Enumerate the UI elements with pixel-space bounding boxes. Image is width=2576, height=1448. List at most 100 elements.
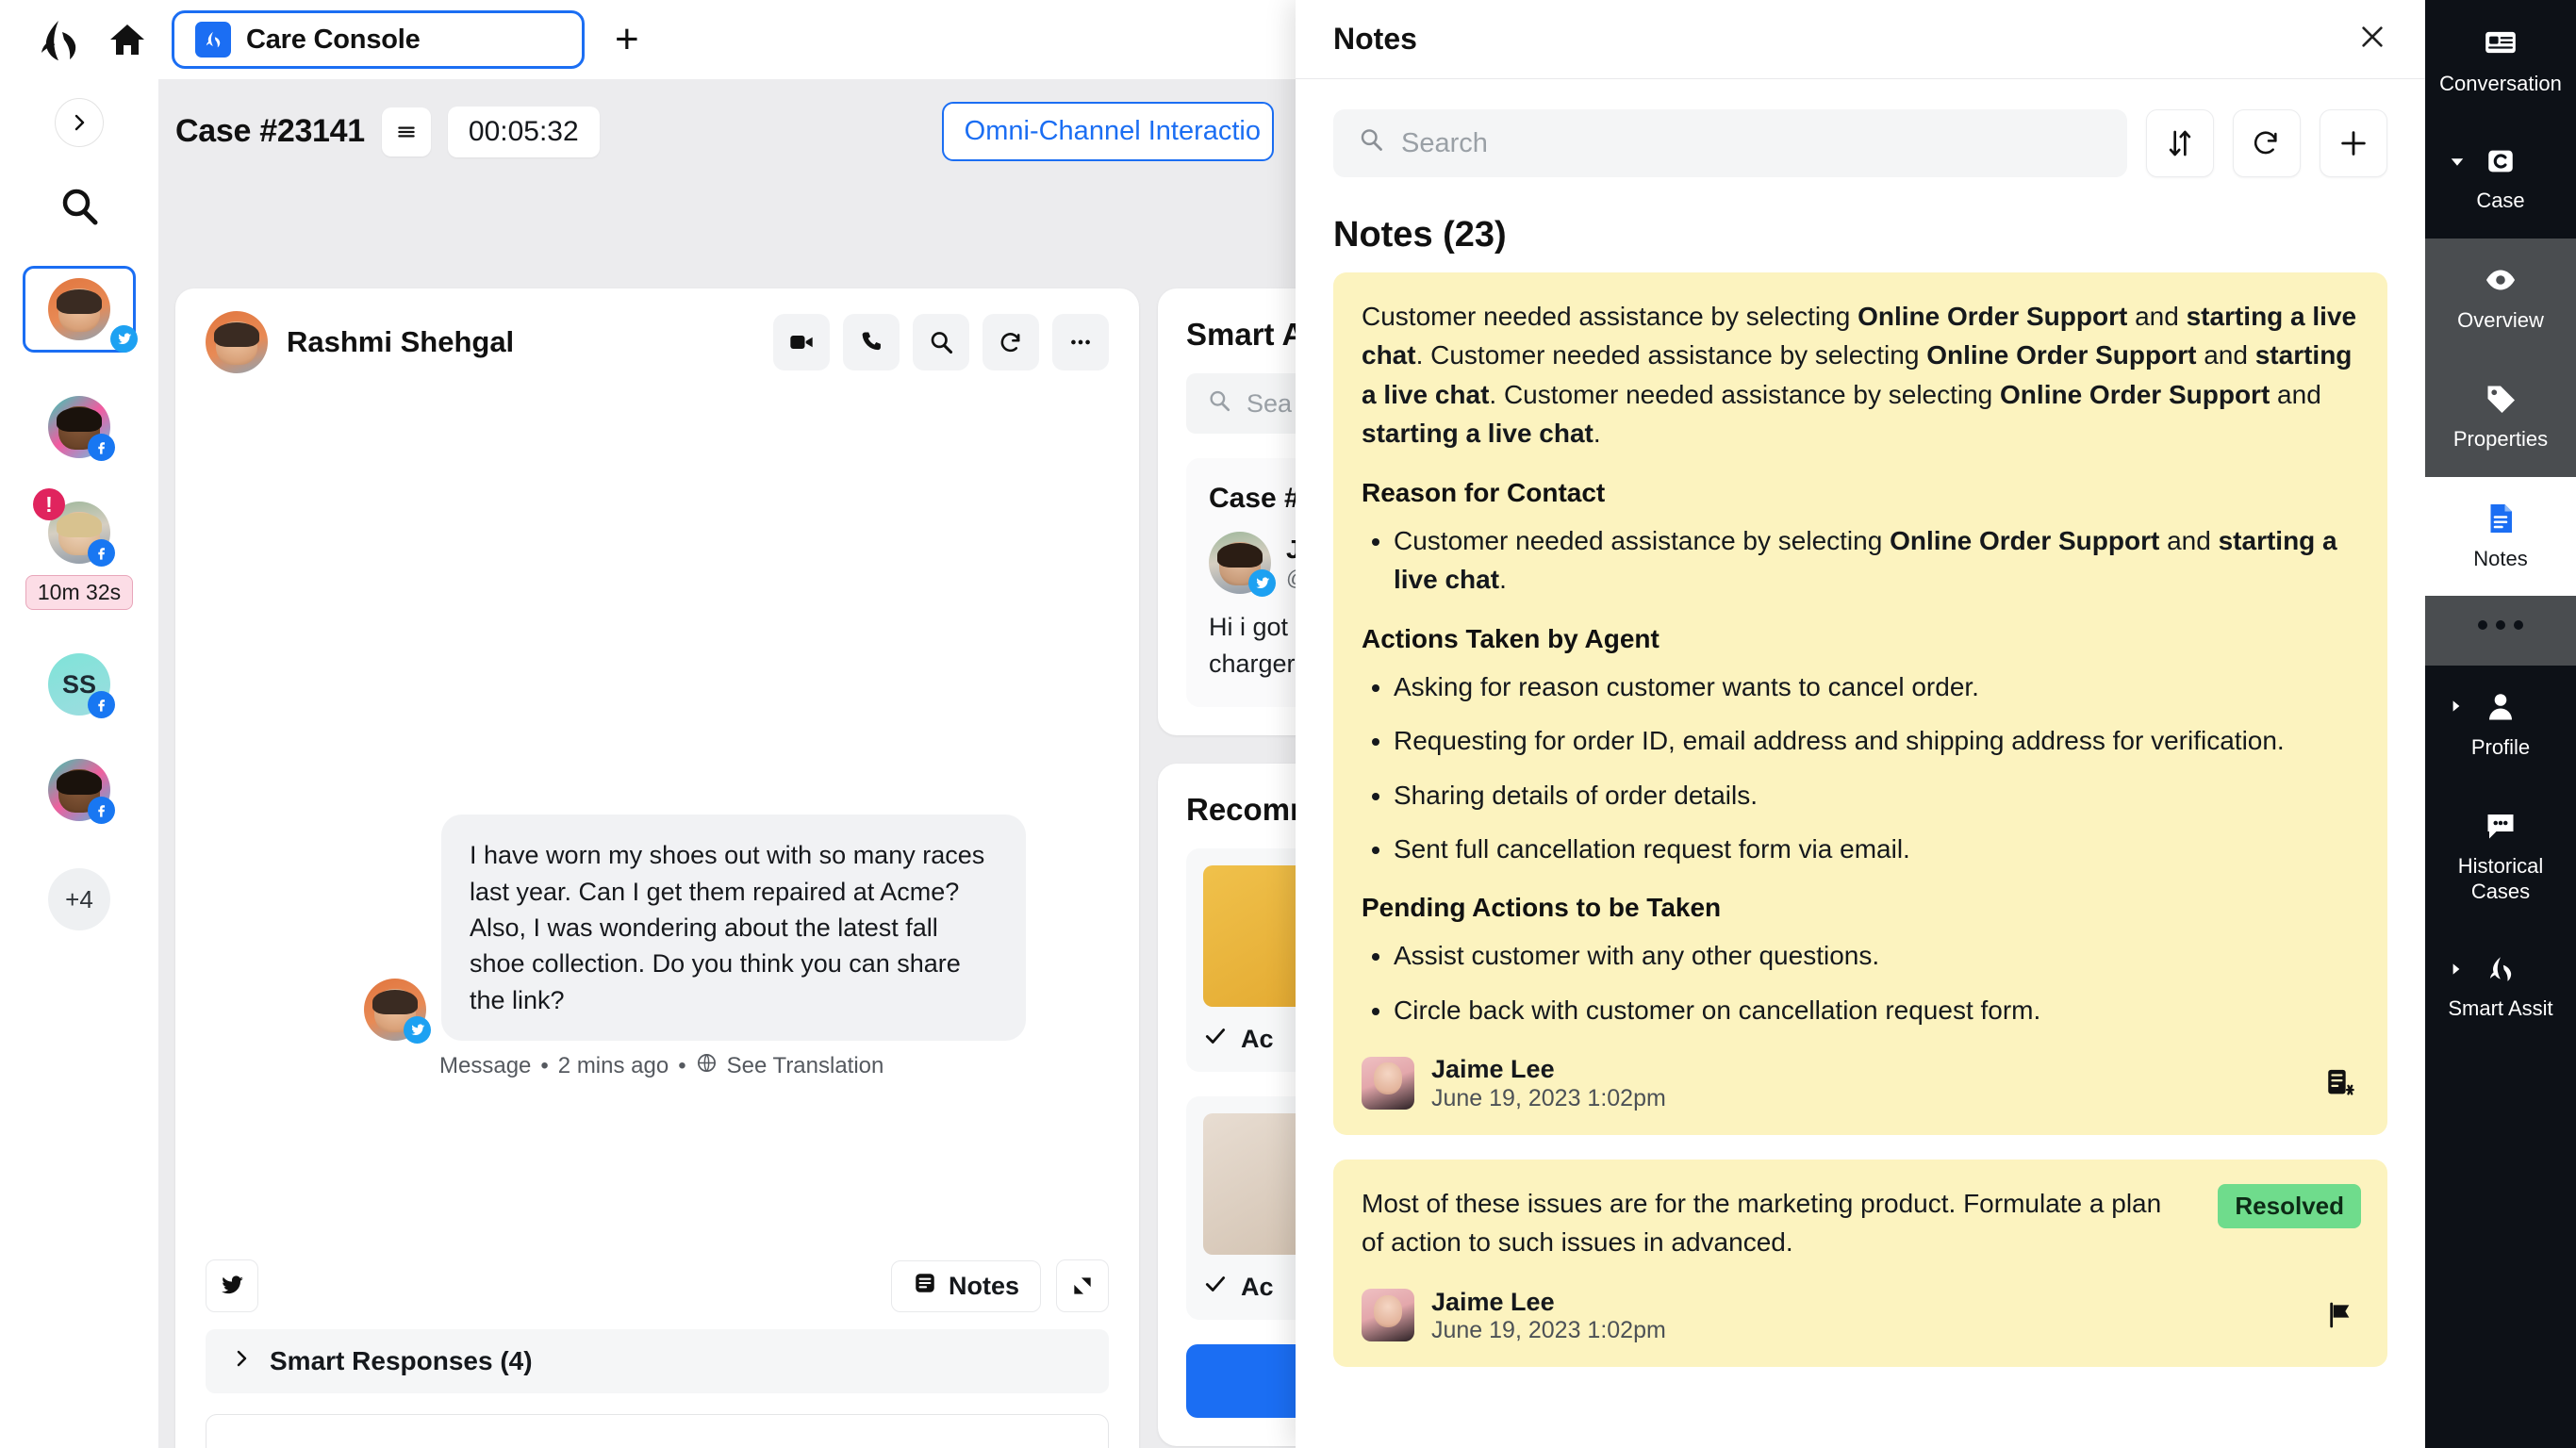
tab-care-console[interactable]: Care Console xyxy=(172,10,585,69)
alert-badge-icon: ! xyxy=(33,488,65,520)
right-rail-label: Case xyxy=(2476,189,2525,213)
accept-label: Ac xyxy=(1241,1273,1274,1302)
chevron-right-icon[interactable] xyxy=(2448,698,2465,719)
accept-label: Ac xyxy=(1241,1025,1274,1054)
chevron-right-icon xyxy=(74,114,85,131)
tag-icon xyxy=(2484,382,2518,416)
eye-icon xyxy=(2484,263,2518,297)
right-rail-group-more xyxy=(2425,595,2576,666)
sidebar-item-contact-5[interactable] xyxy=(48,759,115,824)
note-section-heading: Reason for Contact xyxy=(1362,477,1606,507)
right-rail-group-conversation: Conversation Case xyxy=(2425,0,2576,239)
right-rail-item-conversation[interactable]: Conversation xyxy=(2425,0,2576,121)
home-icon[interactable] xyxy=(107,20,147,59)
refresh-icon[interactable] xyxy=(983,314,1039,370)
facebook-badge-icon xyxy=(88,691,115,718)
note-footer: Jaime Lee June 19, 2023 1:02pm xyxy=(1362,1054,2359,1111)
right-rail-group-case-sections: Overview Properties xyxy=(2425,238,2576,477)
facebook-badge-icon xyxy=(88,434,115,461)
search-icon[interactable] xyxy=(913,314,969,370)
chat-dots-icon xyxy=(2484,809,2518,843)
refresh-icon[interactable] xyxy=(2233,109,2301,177)
chevron-down-icon[interactable] xyxy=(2448,153,2467,176)
case-timer: 00:05:32 xyxy=(447,106,600,157)
sort-icon[interactable] xyxy=(2146,109,2214,177)
right-rail-item-notes[interactable]: Notes xyxy=(2425,477,2576,596)
facebook-badge-icon xyxy=(88,539,115,567)
check-icon xyxy=(1203,1024,1228,1055)
right-rail-item-more[interactable] xyxy=(2425,596,2576,666)
twitter-badge-icon xyxy=(1248,569,1276,597)
more-contacts-button[interactable]: +4 xyxy=(48,868,110,930)
right-rail: Conversation Case Overview Properties No… xyxy=(2425,0,2576,1448)
note-head-row: Most of these issues are for the marketi… xyxy=(1362,1184,2359,1262)
smart-responses-toggle[interactable]: Smart Responses (4) xyxy=(206,1329,1109,1393)
note-card[interactable]: Resolved Most of these issues are for th… xyxy=(1333,1159,2387,1367)
ellipsis-icon xyxy=(2478,619,2523,630)
more-icon[interactable] xyxy=(1052,314,1109,370)
twitter-icon[interactable] xyxy=(206,1259,258,1312)
smart-responses-label: Smart Responses (4) xyxy=(270,1346,533,1375)
conversation-contact-name: Rashmi Shehgal xyxy=(287,325,515,358)
add-tab-button[interactable]: + xyxy=(615,19,639,60)
twitter-badge-icon xyxy=(404,1016,431,1044)
note-translate-icon[interactable] xyxy=(2321,1064,2359,1102)
console-icon xyxy=(195,22,231,58)
globe-icon xyxy=(696,1052,718,1080)
note-intro: Customer needed assistance by selecting … xyxy=(1362,302,2357,449)
meta-dot: • xyxy=(678,1053,686,1078)
see-translation-link[interactable]: See Translation xyxy=(727,1053,884,1079)
phone-icon[interactable] xyxy=(843,314,900,370)
notes-search-input[interactable]: Search xyxy=(1333,109,2127,177)
notes-button[interactable]: Notes xyxy=(890,1259,1041,1312)
expand-icon[interactable] xyxy=(1056,1259,1109,1312)
right-rail-label: Smart Assit xyxy=(2448,996,2553,1021)
expand-rail-button[interactable] xyxy=(55,98,104,147)
composer-toolbar: Notes xyxy=(206,1259,1109,1312)
note-card[interactable]: Customer needed assistance by selecting … xyxy=(1333,272,2387,1135)
right-rail-item-overview[interactable]: Overview xyxy=(2425,239,2576,357)
flag-icon[interactable] xyxy=(2321,1296,2359,1334)
notes-icon xyxy=(913,1271,937,1302)
note-list-item: Sharing details of order details. xyxy=(1394,776,2359,814)
note-footer: Jaime Lee June 19, 2023 1:02pm xyxy=(1362,1287,2359,1344)
conversation-header: Rashmi Shehgal xyxy=(175,288,1139,396)
notes-list[interactable]: Customer needed assistance by selecting … xyxy=(1296,272,2425,1448)
right-rail-item-profile[interactable]: Profile xyxy=(2425,666,2576,784)
message-avatar xyxy=(364,979,431,1044)
plus-icon[interactable] xyxy=(2320,109,2387,177)
right-rail-item-properties[interactable]: Properties xyxy=(2425,357,2576,476)
notes-panel: Notes Search Notes (23) Customer needed … xyxy=(1296,0,2425,1448)
sidebar-item-contact-ss[interactable]: SS xyxy=(48,653,115,718)
right-rail-item-historical-cases[interactable]: Historical Cases xyxy=(2425,784,2576,929)
meta-dot: • xyxy=(540,1053,549,1078)
conversation-body: I have worn my shoes out with so many ra… xyxy=(175,396,1139,1259)
conversation-footer: Notes Smart Responses (4) Type here... xyxy=(175,1259,1139,1448)
tab-omni-channel-interaction[interactable]: Omni-Channel Interactio xyxy=(941,102,1274,161)
leaf-icon xyxy=(2485,953,2517,985)
case-menu-button[interactable] xyxy=(381,107,431,156)
sidebar-item-rashmi-shehgal[interactable] xyxy=(23,266,138,353)
sidebar-item-contact-3[interactable]: ! xyxy=(33,488,115,567)
note-list-item: Asking for reason customer wants to canc… xyxy=(1394,667,2359,706)
video-icon[interactable] xyxy=(773,314,830,370)
right-rail-item-case[interactable]: Case xyxy=(2425,121,2576,238)
right-rail-label: Conversation xyxy=(2439,72,2562,95)
message-row: I have worn my shoes out with so many ra… xyxy=(364,814,1101,1044)
sidebar-item-contact-2[interactable] xyxy=(48,396,115,461)
message-composer-input[interactable]: Type here... xyxy=(206,1414,1109,1448)
twitter-badge-icon xyxy=(110,325,138,353)
search-icon xyxy=(62,189,98,225)
close-icon[interactable] xyxy=(2357,21,2387,58)
hamburger-icon xyxy=(398,126,415,137)
note-section-list: Assist customer with any other questions… xyxy=(1394,936,2359,1029)
right-rail-item-smart-assist[interactable]: Smart Assit xyxy=(2425,929,2576,1045)
rail-search-button[interactable] xyxy=(58,185,101,228)
chevron-right-icon xyxy=(230,1346,253,1376)
note-list-item: Requesting for order ID, email address a… xyxy=(1394,721,2359,760)
chevron-right-icon[interactable] xyxy=(2448,961,2465,982)
right-rail-group-tools: Profile Historical Cases Smart Assit xyxy=(2425,665,2576,1448)
sprinklr-leaf-logo-icon[interactable] xyxy=(34,17,83,62)
avatar xyxy=(1362,1289,1414,1342)
note-section-list: Customer needed assistance by selecting … xyxy=(1394,521,2359,600)
